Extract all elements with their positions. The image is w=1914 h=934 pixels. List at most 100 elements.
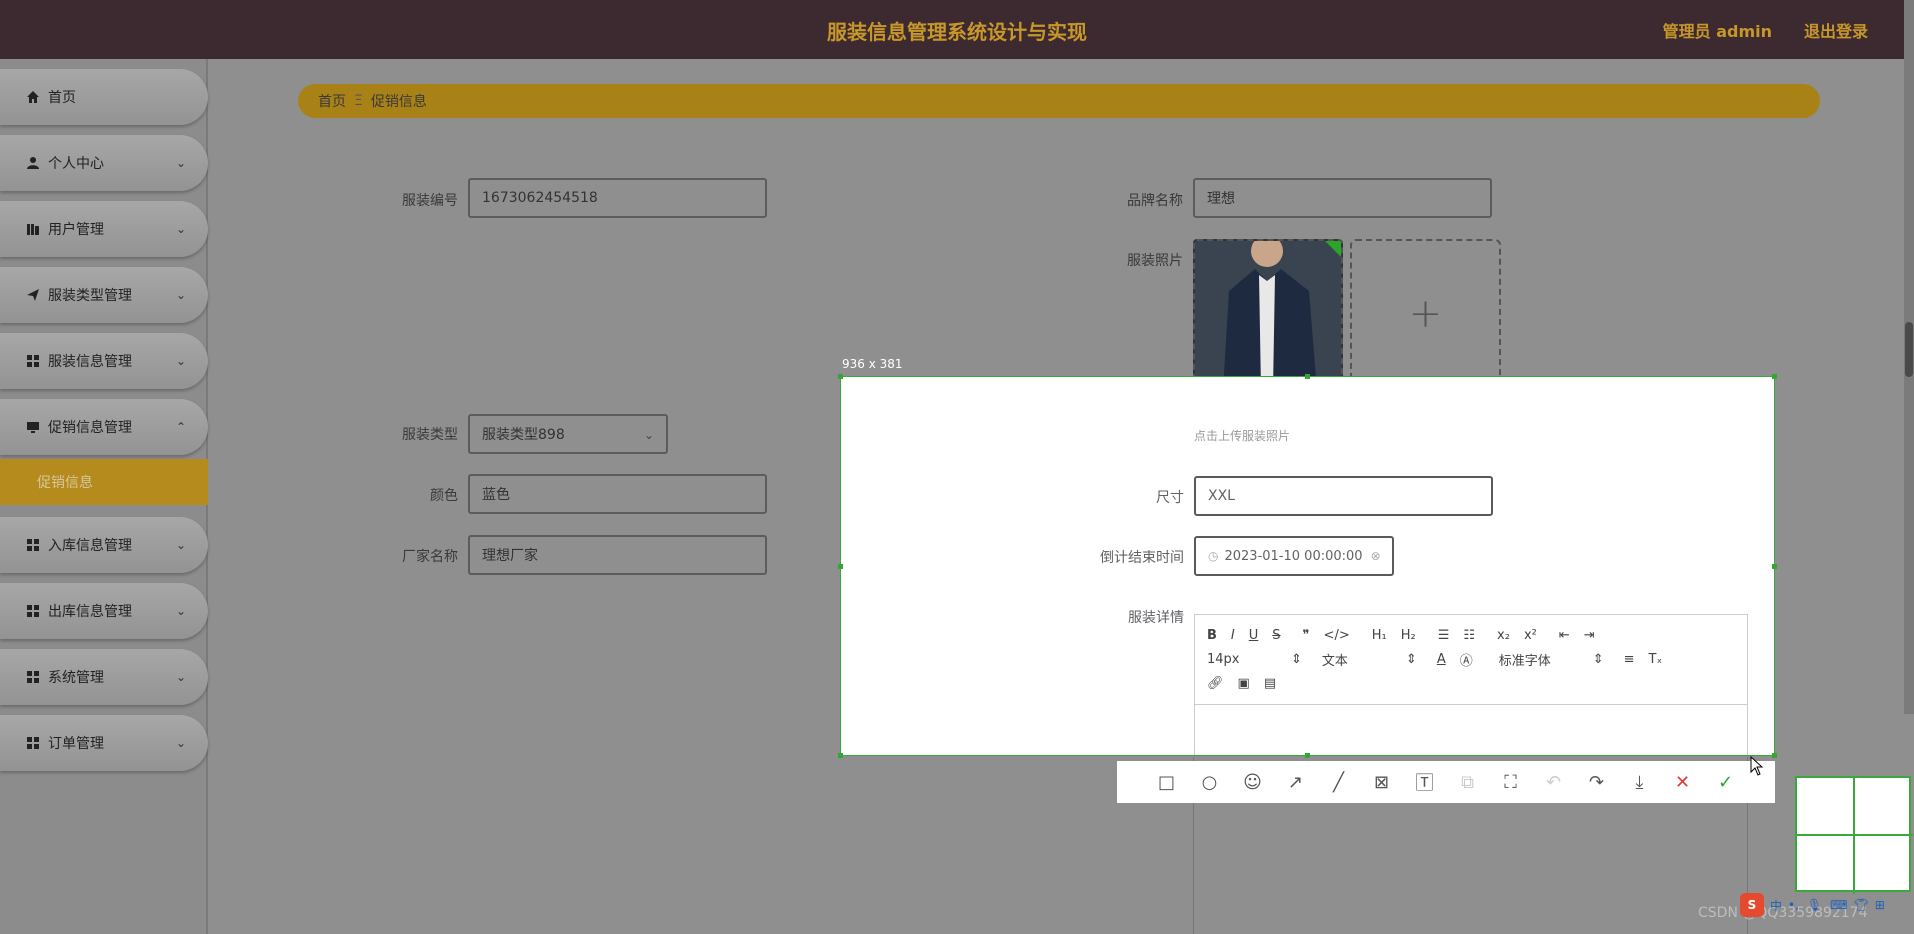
breadcrumb-home[interactable]: 首页 xyxy=(318,91,346,111)
sidebar-item-system[interactable]: 系统管理 ⌄ xyxy=(0,649,208,705)
admin-label: 管理员 admin xyxy=(1662,22,1772,41)
ime-mode[interactable]: 中 xyxy=(1770,897,1782,914)
grid-icon xyxy=(27,671,39,683)
image-icon[interactable]: ▣ xyxy=(1238,676,1250,691)
capture-handle[interactable] xyxy=(1772,374,1777,379)
capture-handle[interactable] xyxy=(838,753,843,758)
color-label: 颜色 xyxy=(430,488,458,504)
crosshair-horizontal xyxy=(1797,834,1913,836)
text-tool-icon[interactable]: 🅃︎ xyxy=(1403,769,1446,795)
code-icon[interactable]: </> xyxy=(1324,628,1350,643)
download-icon[interactable]: ⤓ xyxy=(1618,772,1661,793)
link-icon[interactable]: 🔗︎ xyxy=(1207,676,1224,691)
font-color-icon[interactable]: A xyxy=(1437,652,1446,667)
brand-field[interactable]: 理想 xyxy=(1193,178,1492,218)
crosshair-vertical xyxy=(1853,778,1855,894)
bold-icon[interactable]: B xyxy=(1207,628,1217,643)
strikethrough-icon[interactable]: S xyxy=(1272,628,1280,643)
maker-field[interactable]: 理想厂家 xyxy=(468,535,767,575)
ime-toolbar[interactable]: S 中 •, 🎙︎ ⌨ 👕︎ ⊞ xyxy=(1740,893,1914,917)
sidebar-subitem-promotion-info[interactable]: 促销信息 xyxy=(0,459,208,505)
sidebar-item-profile[interactable]: 个人中心 ⌄ xyxy=(0,135,208,191)
chevron-updown-icon: ⇕ xyxy=(1291,651,1302,667)
breadcrumb: 首页 Ξ 促销信息 xyxy=(298,84,1820,118)
sidebar-item-users[interactable]: 用户管理 ⌄ xyxy=(0,201,208,257)
font-family-select[interactable]: 标准字体 xyxy=(1499,650,1579,669)
add-photo-button[interactable]: + xyxy=(1350,239,1501,388)
capture-handle[interactable] xyxy=(1772,564,1777,569)
mouse-cursor-icon xyxy=(1750,756,1764,776)
italic-icon[interactable]: I xyxy=(1231,628,1235,643)
grid-icon xyxy=(27,737,39,749)
chevron-updown-icon: ⇕ xyxy=(1592,651,1604,667)
user-icon xyxy=(27,157,39,169)
copy-icon: ⧉ xyxy=(1461,771,1474,793)
line-tool-icon[interactable]: ╱ xyxy=(1317,772,1360,793)
sidebar-item-promotion[interactable]: 促销信息管理 ⌃ xyxy=(0,399,208,455)
chevron-updown-icon: ⇕ xyxy=(1405,651,1417,667)
chevron-down-icon: ⌄ xyxy=(175,156,186,170)
capture-region[interactable]: 点击上传服装照片 尺寸 XXL 倒计结束时间 ◷ 2023-01-10 00:0… xyxy=(840,376,1775,756)
system-title: 服装信息管理系统设计与实现 xyxy=(827,20,1087,44)
undo-icon: ↶ xyxy=(1545,771,1562,793)
capture-handle[interactable] xyxy=(838,374,843,379)
ordered-list-icon[interactable]: ☰ xyxy=(1438,628,1450,643)
type-select[interactable]: 服装类型898 ⌄ xyxy=(468,414,668,454)
sidebar-item-label: 个人中心 xyxy=(48,156,104,172)
sidebar-item-orders[interactable]: 订单管理 ⌄ xyxy=(0,715,208,771)
subscript-icon[interactable]: x₂ xyxy=(1497,628,1510,643)
text-type-select[interactable]: 文本 xyxy=(1322,650,1392,669)
indent-icon[interactable]: ⇥ xyxy=(1584,628,1595,643)
chevron-down-icon: ⌄ xyxy=(175,288,186,302)
clear-icon[interactable]: ⊗ xyxy=(1371,549,1381,563)
capture-handle[interactable] xyxy=(1772,753,1777,758)
video-icon[interactable]: ▤ xyxy=(1264,676,1276,691)
ellipse-tool-icon[interactable]: ○ xyxy=(1188,772,1231,793)
bullet-list-icon[interactable]: ☷ xyxy=(1463,628,1475,643)
align-icon[interactable]: ≡ xyxy=(1624,652,1635,667)
rectangle-tool-icon[interactable]: □ xyxy=(1145,772,1188,793)
clothing-photo[interactable] xyxy=(1193,239,1343,388)
maker-label: 厂家名称 xyxy=(402,549,458,565)
page-scrollbar[interactable] xyxy=(1904,0,1914,714)
mosaic-tool-icon[interactable]: ⊠ xyxy=(1360,772,1403,793)
underline-icon[interactable]: U xyxy=(1249,628,1259,643)
sidebar-item-label: 入库信息管理 xyxy=(48,538,132,554)
sidebar-item-home[interactable]: 首页 xyxy=(0,69,208,125)
scrollbar-thumb[interactable] xyxy=(1905,322,1913,377)
share-icon[interactable]: ↷ xyxy=(1575,772,1618,793)
scroll-capture-icon[interactable]: ⛶ xyxy=(1489,772,1532,793)
capture-handle[interactable] xyxy=(838,564,843,569)
emoji-tool-icon[interactable]: ☺ xyxy=(1231,772,1274,793)
brand-label: 品牌名称 xyxy=(1127,193,1183,209)
upload-tip: 点击上传服装照片 xyxy=(1194,429,1291,443)
capture-toolbar: □ ○ ☺ ↗ ╱ ⊠ 🅃︎ ⧉ ⛶ ↶ ↷ ⤓ ✕ ✓ xyxy=(1117,761,1775,803)
breadcrumb-separator: Ξ xyxy=(354,93,363,109)
outdent-icon[interactable]: ⇤ xyxy=(1559,628,1570,643)
cancel-capture-icon[interactable]: ✕ xyxy=(1661,772,1704,793)
capture-handle[interactable] xyxy=(1305,374,1310,379)
blockquote-icon[interactable]: ❞ xyxy=(1303,628,1310,643)
size-field[interactable]: XXL xyxy=(1194,476,1493,516)
sidebar-item-inbound[interactable]: 入库信息管理 ⌄ xyxy=(0,517,208,573)
chevron-down-icon: ⌄ xyxy=(643,428,654,442)
confirm-capture-icon[interactable]: ✓ xyxy=(1704,772,1747,793)
code-field[interactable]: 1673062454518 xyxy=(468,178,767,218)
superscript-icon[interactable]: x² xyxy=(1524,628,1537,643)
color-field[interactable]: 蓝色 xyxy=(468,474,767,514)
font-size-select[interactable]: 14px xyxy=(1207,652,1277,667)
rich-text-editor[interactable]: B I U S ❞ </> H₁ H₂ ☰ ☷ x₂ x² ⇤ ⇥ 14px ⇕… xyxy=(1194,614,1748,755)
background-color-icon[interactable]: Ⓐ xyxy=(1460,650,1473,669)
countdown-datetime-field[interactable]: ◷ 2023-01-10 00:00:00 ⊗ xyxy=(1194,536,1394,576)
arrow-tool-icon[interactable]: ↗ xyxy=(1274,772,1317,793)
sidebar-item-label: 首页 xyxy=(48,90,76,106)
grid-icon xyxy=(27,539,39,551)
heading2-icon[interactable]: H₂ xyxy=(1401,628,1416,643)
sidebar-item-clothing-info[interactable]: 服装信息管理 ⌄ xyxy=(0,333,208,389)
chevron-down-icon: ⌄ xyxy=(175,538,186,552)
logout-link[interactable]: 退出登录 xyxy=(1804,18,1868,42)
sidebar-item-outbound[interactable]: 出库信息管理 ⌄ xyxy=(0,583,208,639)
clear-format-icon[interactable]: Tₓ xyxy=(1649,652,1663,667)
sidebar-item-clothing-type[interactable]: 服装类型管理 ⌄ xyxy=(0,267,208,323)
heading1-icon[interactable]: H₁ xyxy=(1372,628,1387,643)
